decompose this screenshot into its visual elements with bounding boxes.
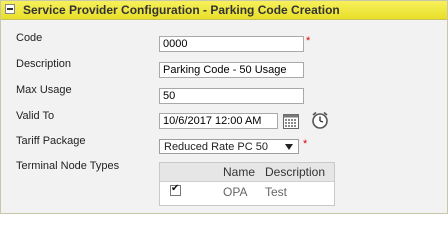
tariff-package-select[interactable]: Reduced Rate PC 50 bbox=[159, 139, 299, 154]
row-description: Test bbox=[265, 185, 288, 199]
tariff-package-label: Tariff Package bbox=[16, 135, 86, 147]
row-checkbox[interactable] bbox=[170, 183, 181, 196]
panel-title: Service Provider Configuration - Parking… bbox=[23, 3, 340, 17]
tariff-required-mark: * bbox=[303, 138, 308, 150]
column-header-name: Name bbox=[223, 165, 256, 179]
table-header: Name Description bbox=[160, 163, 334, 182]
terminal-node-types-table: Name Description OPA Test bbox=[159, 162, 335, 206]
calendar-icon[interactable] bbox=[283, 113, 299, 129]
clock-icon[interactable] bbox=[311, 111, 329, 129]
terminal-node-types-label: Terminal Node Types bbox=[16, 160, 120, 172]
panel-title-bar: Service Provider Configuration - Parking… bbox=[1, 1, 447, 20]
row-name: OPA bbox=[223, 185, 248, 199]
description-input[interactable]: Parking Code - 50 Usage bbox=[159, 62, 304, 78]
code-required-mark: * bbox=[306, 35, 311, 47]
max-usage-input[interactable]: 50 bbox=[159, 88, 304, 104]
max-usage-label: Max Usage bbox=[16, 84, 72, 96]
code-input[interactable]: 0000 bbox=[159, 36, 304, 52]
column-header-description: Description bbox=[265, 165, 326, 179]
dropdown-arrow-icon bbox=[285, 144, 293, 150]
tariff-package-selected: Reduced Rate PC 50 bbox=[164, 141, 268, 153]
collapse-icon[interactable] bbox=[5, 4, 15, 14]
code-label: Code bbox=[16, 32, 43, 44]
valid-to-label: Valid To bbox=[16, 110, 55, 122]
description-label: Description bbox=[16, 58, 72, 70]
valid-to-input[interactable]: 10/6/2017 12:00 AM bbox=[159, 113, 278, 129]
